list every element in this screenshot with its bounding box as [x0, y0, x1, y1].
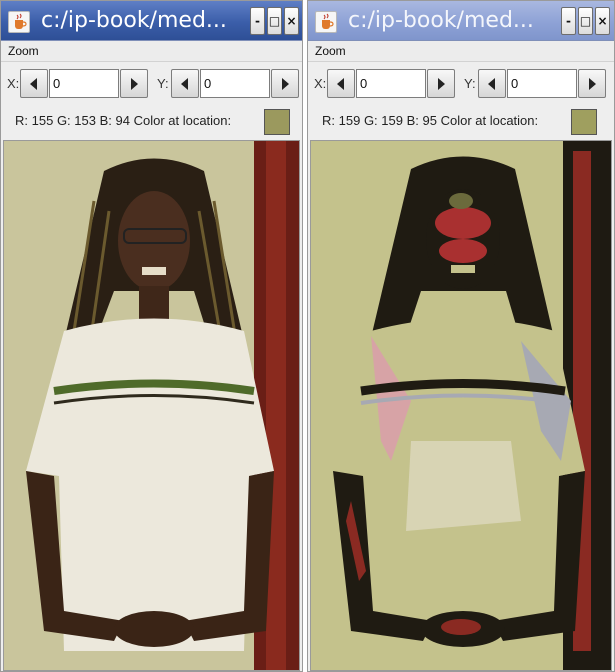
color-swatch [264, 109, 290, 135]
close-button[interactable]: × [284, 7, 299, 35]
y-increment-button[interactable] [578, 69, 606, 98]
maximize-button[interactable]: □ [267, 7, 282, 35]
y-decrement-button[interactable] [478, 69, 506, 98]
left-arrow-icon [181, 78, 188, 90]
blue-value: B: 95 [406, 113, 437, 128]
menu-zoom[interactable]: Zoom [315, 44, 346, 58]
coordinate-controls: X: 0 Y: 0 [308, 63, 614, 103]
rgb-readout: R: 155 G: 153 B: 94 Color at location: [15, 113, 231, 128]
red-value: R: 155 [15, 113, 54, 128]
window-title: c:/ip-book/med... [348, 8, 534, 33]
java-cup-icon [315, 11, 337, 33]
image-window-posterized: c:/ip-book/med... - □ × Zoom X: 0 Y: 0 R… [307, 0, 615, 672]
menu-bar: Zoom [308, 41, 614, 62]
x-input[interactable]: 0 [49, 69, 119, 98]
x-increment-button[interactable] [120, 69, 148, 98]
x-label: X: [314, 76, 327, 91]
x-decrement-button[interactable] [327, 69, 355, 98]
red-value: R: 159 [322, 113, 361, 128]
posterized-photo[interactable] [310, 140, 612, 671]
x-increment-button[interactable] [427, 69, 455, 98]
color-readout: R: 159 G: 159 B: 95 Color at location: [308, 103, 614, 139]
green-value: G: 159 [363, 113, 403, 128]
coordinate-controls: X: 0 Y: 0 [1, 63, 302, 103]
color-at-location-label: Color at location: [440, 113, 539, 128]
right-arrow-icon [589, 78, 596, 90]
title-bar[interactable]: c:/ip-book/med... - □ × [308, 1, 614, 41]
color-at-location-label: Color at location: [133, 113, 232, 128]
minimize-button[interactable]: - [561, 7, 576, 35]
y-input[interactable]: 0 [507, 69, 577, 98]
image-window-original: c:/ip-book/med... - □ × Zoom X: 0 Y: 0 R… [0, 0, 303, 672]
rgb-readout: R: 159 G: 159 B: 95 Color at location: [322, 113, 538, 128]
right-arrow-icon [438, 78, 445, 90]
x-decrement-button[interactable] [20, 69, 48, 98]
color-readout: R: 155 G: 153 B: 94 Color at location: [1, 103, 302, 139]
y-label: Y: [157, 76, 169, 91]
y-decrement-button[interactable] [171, 69, 199, 98]
left-arrow-icon [337, 78, 344, 90]
window-title: c:/ip-book/med... [41, 8, 227, 33]
minimize-button[interactable]: - [250, 7, 265, 35]
maximize-button[interactable]: □ [578, 7, 593, 35]
left-arrow-icon [488, 78, 495, 90]
menu-bar: Zoom [1, 41, 302, 62]
close-button[interactable]: × [595, 7, 610, 35]
y-label: Y: [464, 76, 476, 91]
title-bar[interactable]: c:/ip-book/med... - □ × [1, 1, 302, 41]
java-cup-icon [8, 11, 30, 33]
right-arrow-icon [282, 78, 289, 90]
x-input[interactable]: 0 [356, 69, 426, 98]
y-increment-button[interactable] [271, 69, 299, 98]
color-swatch [571, 109, 597, 135]
right-arrow-icon [131, 78, 138, 90]
green-value: G: 153 [56, 113, 96, 128]
left-arrow-icon [30, 78, 37, 90]
menu-zoom[interactable]: Zoom [8, 44, 39, 58]
x-label: X: [7, 76, 20, 91]
y-input[interactable]: 0 [200, 69, 270, 98]
original-photo[interactable] [3, 140, 300, 671]
blue-value: B: 94 [99, 113, 130, 128]
